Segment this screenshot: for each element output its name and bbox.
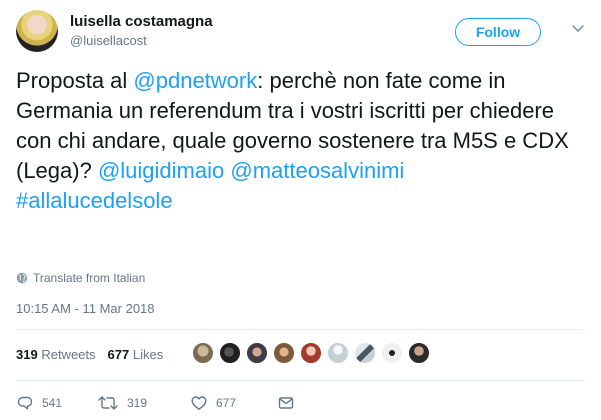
retweet-count: 319 (127, 396, 148, 410)
liker-avatar[interactable] (327, 342, 349, 364)
timestamp[interactable]: 10:15 AM - 11 Mar 2018 (16, 301, 155, 316)
reply-icon (17, 396, 33, 410)
tweet-text-part: Proposta al (16, 68, 134, 93)
likes-stat[interactable]: 677 Likes (108, 347, 164, 362)
tweet-actions: 541 319 677 (16, 394, 295, 412)
likes-count: 677 (107, 347, 130, 362)
reply-action[interactable]: 541 (16, 394, 86, 412)
tweet-card: luisella costamagna @luisellacost Follow… (0, 0, 601, 420)
reply-count: 541 (42, 396, 63, 410)
retweet-action[interactable]: 319 (97, 394, 184, 412)
likes-label: Likes (132, 347, 164, 362)
tweet-stats: 319 Retweets 677 Likes (16, 347, 163, 362)
heart-icon (191, 396, 207, 410)
mention-matteosalvinimi[interactable]: @matteosalvinimi (230, 158, 404, 183)
retweets-count: 319 (16, 347, 38, 362)
liker-avatar[interactable] (381, 342, 403, 364)
liker-avatar[interactable] (408, 342, 430, 364)
mention-pdnetwork[interactable]: @pdnetwork (133, 68, 257, 93)
mention-luigidimaio[interactable]: @luigidimaio (98, 158, 224, 183)
divider (16, 380, 585, 381)
liker-avatar[interactable] (192, 342, 214, 364)
divider (16, 329, 585, 330)
liker-avatar[interactable] (300, 342, 322, 364)
like-action[interactable]: 677 (190, 394, 260, 412)
follow-button[interactable]: Follow (455, 18, 541, 46)
retweet-icon (98, 396, 118, 410)
liker-avatar[interactable] (354, 342, 376, 364)
retweets-label: Retweets (41, 347, 96, 362)
liker-avatars (192, 342, 430, 364)
globe-icon (16, 272, 28, 284)
envelope-icon (278, 397, 294, 409)
liker-avatar[interactable] (273, 342, 295, 364)
liker-avatar[interactable] (246, 342, 268, 364)
user-name[interactable]: luisella costamagna (70, 13, 213, 30)
liker-avatar[interactable] (219, 342, 241, 364)
chevron-down-icon[interactable] (569, 20, 587, 38)
dm-action[interactable] (277, 394, 295, 412)
tweet-text: Proposta al @pdnetwork: perchè non fate … (16, 66, 581, 216)
hashtag-allalucedelsole[interactable]: #allalucedelsole (16, 188, 173, 213)
retweets-stat[interactable]: 319 Retweets (16, 347, 96, 362)
translate-label[interactable]: Translate from Italian (33, 271, 145, 285)
avatar[interactable] (16, 10, 58, 52)
like-count: 677 (216, 396, 237, 410)
user-handle[interactable]: @luisellacost (70, 33, 147, 48)
translate-link[interactable]: Translate from Italian (16, 271, 145, 285)
